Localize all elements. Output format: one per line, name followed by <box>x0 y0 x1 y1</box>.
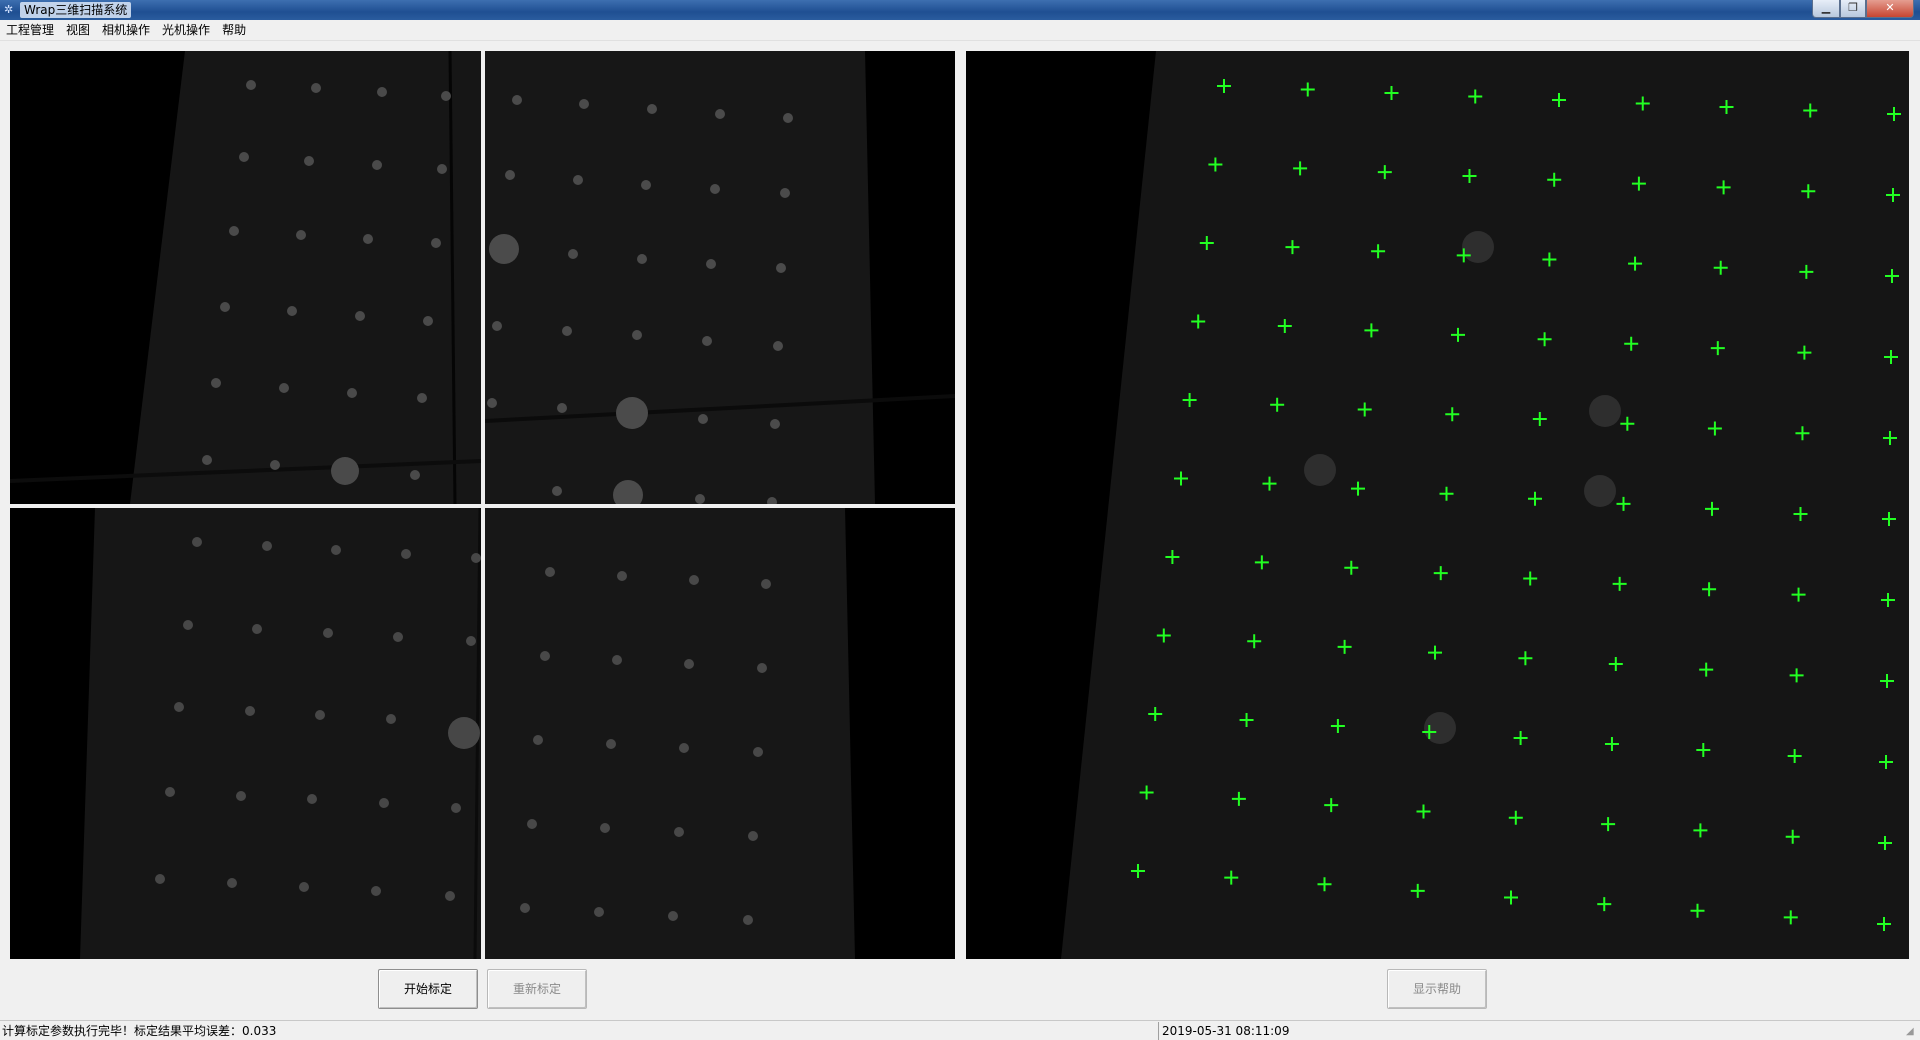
resize-grip-icon[interactable]: ◢ <box>1906 1026 1918 1038</box>
recalibrate-button[interactable]: 重新标定 <box>487 969 587 1009</box>
menu-help[interactable]: 帮助 <box>216 20 252 40</box>
camera-view-top-left[interactable] <box>10 51 481 504</box>
camera-view-bottom-right[interactable] <box>485 508 955 959</box>
close-button[interactable]: ✕ <box>1866 0 1914 18</box>
maximize-button[interactable]: ❐ <box>1840 0 1866 18</box>
calibration-board-image <box>10 51 481 504</box>
menu-bar: 工程管理 视图 相机操作 光机操作 帮助 <box>0 20 1920 41</box>
calibration-board-image <box>80 508 481 959</box>
calibration-board-image <box>485 508 855 959</box>
status-datetime: 2019-05-31 08:11:09 <box>1162 1024 1290 1038</box>
close-icon: ✕ <box>1885 1 1895 14</box>
camera-view-top-right[interactable] <box>485 51 955 504</box>
status-bar: 计算标定参数执行完毕！标定结果平均误差：0.033 2019-05-31 08:… <box>0 1020 1920 1040</box>
menu-project[interactable]: 工程管理 <box>0 20 60 40</box>
maximize-icon: ❐ <box>1848 1 1858 14</box>
window-title: Wrap三维扫描系统 <box>20 2 132 18</box>
menu-camera[interactable]: 相机操作 <box>96 20 156 40</box>
show-help-button[interactable]: 显示帮助 <box>1387 969 1487 1009</box>
minimize-button[interactable]: ▁ <box>1812 0 1840 18</box>
camera-view-bottom-left[interactable] <box>10 508 481 959</box>
app-icon: ✲ <box>4 3 14 16</box>
calibration-result-view[interactable] <box>966 51 1909 959</box>
start-calibration-button[interactable]: 开始标定 <box>378 969 478 1009</box>
status-message: 计算标定参数执行完毕！标定结果平均误差：0.033 <box>2 1024 277 1038</box>
status-divider <box>1158 1022 1159 1040</box>
menu-projector[interactable]: 光机操作 <box>156 20 216 40</box>
title-bar: ✲ Wrap三维扫描系统 ▁ ❐ ✕ <box>0 0 1920 20</box>
menu-view[interactable]: 视图 <box>60 20 96 40</box>
detected-markers-overlay <box>1061 51 1909 959</box>
calibration-board-image <box>485 51 955 504</box>
minimize-icon: ▁ <box>1821 1 1831 14</box>
